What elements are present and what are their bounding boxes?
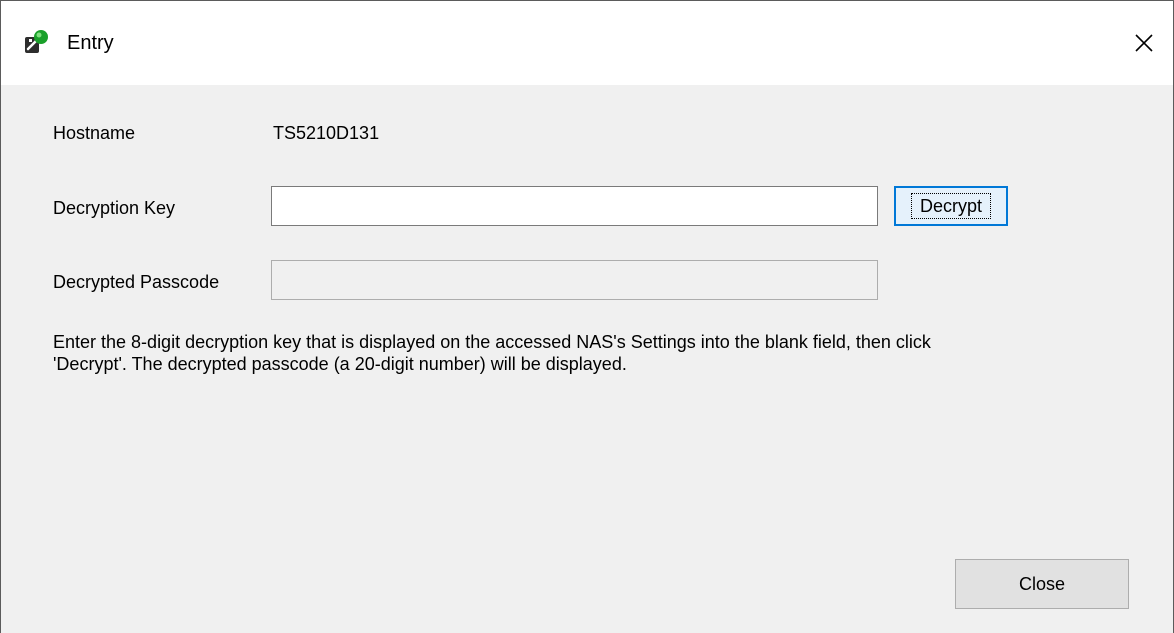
decryption-key-label: Decryption Key: [53, 198, 176, 218]
decrypted-passcode-label: Decrypted Passcode: [53, 272, 220, 292]
window-title: Entry: [67, 32, 114, 54]
hostname-value: TS5210D131: [273, 123, 380, 143]
decryption-key-input[interactable]: [271, 186, 878, 226]
entry-dialog: Entry Hostname TS5210D131 Decryption Key…: [0, 0, 1174, 633]
instructions-text: Enter the 8-digit decryption key that is…: [53, 331, 1133, 375]
hostname-label: Hostname: [53, 123, 136, 143]
title-bar[interactable]: Entry: [1, 1, 1173, 85]
instructions-line-1: Enter the 8-digit decryption key that is…: [53, 332, 931, 352]
close-button[interactable]: Close: [955, 559, 1129, 609]
decrypt-button-label: Decrypt: [910, 193, 991, 219]
window-close-button[interactable]: [1115, 1, 1173, 85]
instructions-line-2: 'Decrypt'. The decrypted passcode (a 20-…: [53, 354, 627, 374]
decrypt-button[interactable]: Decrypt: [894, 186, 1008, 226]
nas-app-icon: [25, 30, 48, 53]
close-icon: [1135, 34, 1153, 52]
decrypted-passcode-field: [271, 260, 878, 300]
